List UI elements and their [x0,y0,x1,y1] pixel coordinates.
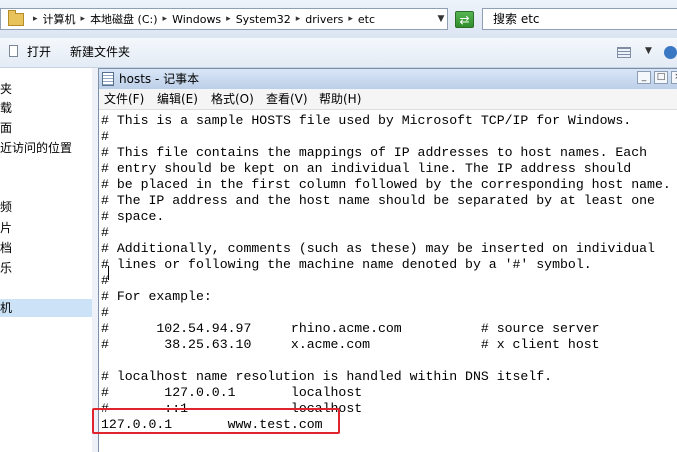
notepad-window: hosts - 记事本 _ □ × 文件(F) 编辑(E) 格式(O) 查看(V… [98,68,677,452]
menu-help[interactable]: 帮助(H) [319,91,361,107]
close-button[interactable]: × [671,71,677,84]
nav-item-music[interactable]: 乐 [0,259,12,277]
nav-item-recent-places[interactable]: 近访问的位置 [0,139,72,157]
text-line: # space. [101,209,165,224]
nav-item-computer[interactable]: 机 [0,299,92,317]
address-history-dropdown-icon[interactable]: ▼ [435,8,447,30]
text-line: # For example: [101,289,212,304]
window-title: hosts - 记事本 [119,72,200,86]
chevron-right-icon[interactable]: ▸ [226,14,231,24]
maximize-button[interactable]: □ [654,71,668,84]
chevron-right-icon[interactable]: ▸ [33,14,38,24]
text-line: # [101,225,109,240]
nav-item-desktop[interactable]: 面 [0,119,12,137]
text-line: # Additionally, comments (such as these)… [101,241,655,256]
breadcrumb-system32[interactable]: System32 [236,13,291,26]
address-bar[interactable]: ▸ 计算机 ▸ 本地磁盘 (C:) ▸ Windows ▸ System32 ▸… [0,8,448,30]
help-icon[interactable] [664,46,677,59]
breadcrumb-drivers[interactable]: drivers [305,13,343,26]
breadcrumb-windows[interactable]: Windows [172,13,221,26]
command-toolbar: 打开 新建文件夹 ▼ [0,38,677,68]
folder-icon [8,9,24,26]
open-file-icon [9,45,18,57]
text-line: # 127.0.0.1 localhost [101,385,363,400]
highlight-box [92,408,340,434]
refresh-button[interactable]: ⇄ [455,11,474,28]
text-line: # 102.54.94.97 rhino.acme.com # source s… [101,321,600,336]
breadcrumb-computer[interactable]: 计算机 [43,11,76,27]
nav-item-videos[interactable]: 频 [0,198,12,216]
open-button[interactable]: 打开 [27,44,51,61]
chevron-right-icon[interactable]: ▸ [348,14,353,24]
address-bar-region: ▸ 计算机 ▸ 本地磁盘 (C:) ▸ Windows ▸ System32 ▸… [0,0,677,38]
menu-bar: 文件(F) 编辑(E) 格式(O) 查看(V) 帮助(H) [99,89,677,110]
breadcrumb-etc[interactable]: etc [358,13,375,26]
text-caret [108,266,109,280]
chevron-right-icon[interactable]: ▸ [81,14,86,24]
text-line: # [101,129,109,144]
text-line: # entry should be kept on an individual … [101,161,632,176]
text-line: # This file contains the mappings of IP … [101,145,648,160]
text-line: # The IP address and the host name shoul… [101,193,655,208]
breadcrumb-local-disk[interactable]: 本地磁盘 (C:) [90,11,157,27]
views-dropdown-icon[interactable]: ▼ [645,46,652,56]
menu-view[interactable]: 查看(V) [266,91,308,107]
notepad-title-bar[interactable]: hosts - 记事本 _ □ × [99,69,677,89]
refresh-icon: ⇄ [459,13,470,27]
views-icon[interactable] [617,47,631,58]
new-folder-button[interactable]: 新建文件夹 [70,44,130,61]
text-line: # 38.25.63.10 x.acme.com # x client host [101,337,600,352]
menu-edit[interactable]: 编辑(E) [157,91,198,107]
chevron-right-icon[interactable]: ▸ [163,14,168,24]
menu-file[interactable]: 文件(F) [104,91,144,107]
nav-item-pictures[interactable]: 片 [0,219,12,237]
nav-item-favorites[interactable]: 夹 [0,80,12,98]
menu-format[interactable]: 格式(O) [211,91,254,107]
text-line: # be placed in the first column followed… [101,177,671,192]
navigation-pane: 夹 载 面 近访问的位置 频 片 档 乐 机 [0,68,93,452]
chevron-right-icon[interactable]: ▸ [296,14,301,24]
notepad-icon [102,72,114,86]
nav-item-documents[interactable]: 档 [0,239,12,257]
text-line: # localhost name resolution is handled w… [101,369,553,384]
minimize-button[interactable]: _ [637,71,651,84]
nav-item-downloads[interactable]: 载 [0,99,12,117]
text-line: # This is a sample HOSTS file used by Mi… [101,113,632,128]
text-editor-area[interactable]: # This is a sample HOSTS file used by Mi… [99,110,677,452]
search-input[interactable]: 搜索 etc [482,8,677,30]
text-line: # lines or following the machine name de… [101,257,592,272]
text-line: # [101,305,109,320]
